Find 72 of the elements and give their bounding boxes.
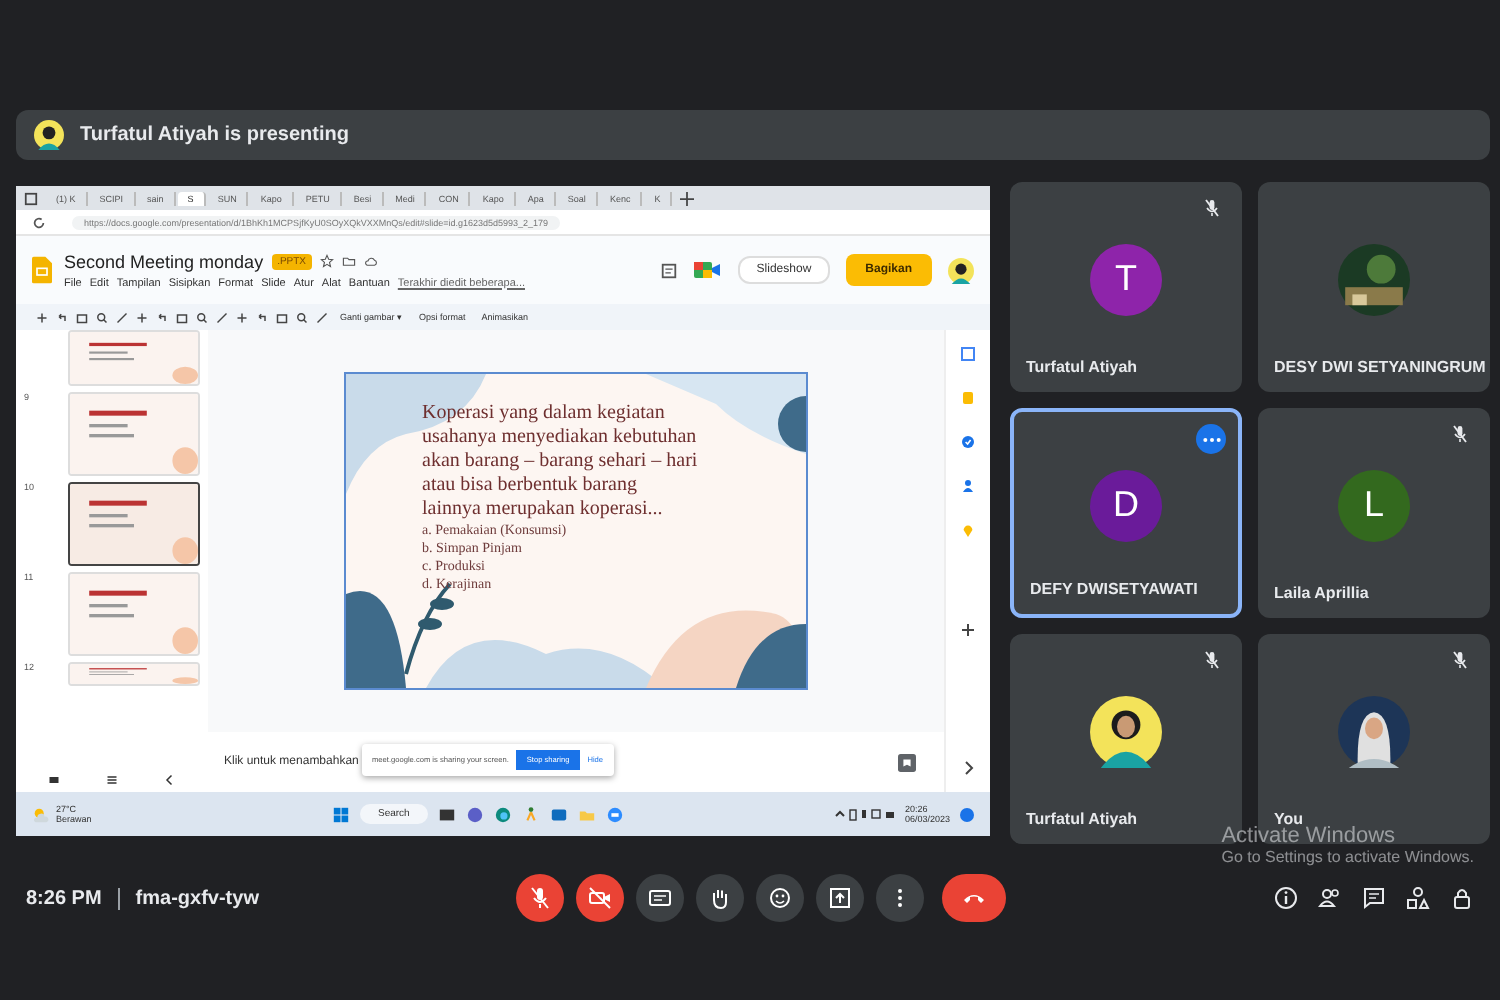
star-icon[interactable] [320, 254, 335, 268]
notification-icon[interactable] [960, 807, 974, 821]
presenting-text: Turfatul Atiyah is presenting [80, 124, 349, 146]
textbox-icon[interactable] [176, 311, 188, 323]
window-icon[interactable] [24, 191, 38, 205]
participant-name: Turfatul Atiyah [1026, 810, 1138, 828]
camera-off-button[interactable] [576, 874, 624, 922]
chat-bubble-icon[interactable] [465, 805, 484, 823]
cloud-icon [364, 254, 379, 268]
participant-name: DEFY DWISETYAWATI [1030, 580, 1198, 598]
more-button[interactable] [876, 874, 924, 922]
activation-title: Activate Windows [1221, 824, 1398, 848]
app-icon[interactable] [437, 805, 456, 823]
comment-history-icon[interactable] [660, 261, 679, 279]
question-text: atau bisa berbentuk barang [422, 474, 639, 498]
document-title[interactable]: Second Meeting monday [64, 251, 264, 271]
avatar: D [1090, 469, 1162, 541]
person-icon[interactable] [960, 478, 976, 494]
tray-icons-drawing[interactable] [834, 806, 895, 822]
participant-name: Laila Aprillia [1274, 584, 1369, 602]
captions-button[interactable] [636, 874, 684, 922]
present-icon [828, 886, 852, 910]
meeting-code: fma-gxfv-tyw [135, 887, 259, 909]
mic-off-button[interactable] [516, 874, 564, 922]
slides-logo-icon [32, 256, 52, 284]
present-button[interactable] [816, 874, 864, 922]
hand-icon [708, 886, 732, 910]
explore-icon[interactable] [898, 753, 916, 771]
expand-icon[interactable] [960, 760, 976, 776]
plus-icon[interactable] [960, 622, 976, 638]
question-text: Koperasi yang dalam kegiatan [422, 402, 667, 426]
info-icon[interactable] [1274, 886, 1298, 910]
activation-text: Go to Settings to activate Windows. [1221, 848, 1474, 866]
undo-icon[interactable] [56, 311, 68, 323]
hand-button[interactable] [696, 874, 744, 922]
check-icon[interactable] [960, 434, 976, 450]
more-icon [1201, 435, 1221, 443]
avatar: T [1090, 243, 1162, 315]
grid-view-icon[interactable] [47, 774, 60, 786]
phone-button[interactable] [942, 874, 1006, 922]
video-call-icon[interactable] [694, 260, 723, 280]
calendar-icon[interactable] [960, 346, 976, 362]
shapes-icon[interactable] [1406, 886, 1430, 910]
meeting-time: 8:26 PM [26, 887, 102, 909]
people-icon[interactable] [1318, 886, 1342, 910]
question-text: akan barang – barang sehari – hari [422, 450, 698, 474]
more-options-button[interactable] [1196, 424, 1226, 454]
slide-thumbnail[interactable] [68, 482, 200, 566]
chat-icon[interactable] [1362, 886, 1386, 910]
lock-icon[interactable] [1450, 886, 1474, 910]
mic-off-icon [528, 886, 552, 910]
figure-icon[interactable] [521, 805, 540, 823]
new-tab-icon[interactable] [680, 191, 695, 205]
zoom-app-icon[interactable] [605, 805, 624, 823]
participant-name: You [1274, 810, 1304, 828]
plus-icon[interactable] [36, 311, 48, 323]
emoji-icon [768, 886, 792, 910]
captions-icon [648, 886, 672, 910]
participant-name: Turfatul Atiyah [1026, 358, 1138, 376]
browser-icon[interactable] [493, 805, 512, 823]
folder-icon[interactable] [342, 254, 357, 268]
participant-name: DESY DWI SETYANINGRUM [1274, 358, 1486, 376]
camera-off-icon [588, 886, 612, 910]
mail-icon[interactable] [549, 805, 568, 823]
question-text: lainnya merupakan koperasi... [422, 498, 665, 522]
emoji-button[interactable] [756, 874, 804, 922]
question-text: usahanya menyediakan kebutuhan [422, 426, 698, 450]
collapse-icon[interactable] [164, 774, 177, 786]
windows-icon[interactable] [332, 805, 350, 823]
avatar: L [1338, 469, 1410, 541]
list-view-icon[interactable] [105, 774, 118, 786]
reload-icon[interactable] [32, 215, 46, 229]
